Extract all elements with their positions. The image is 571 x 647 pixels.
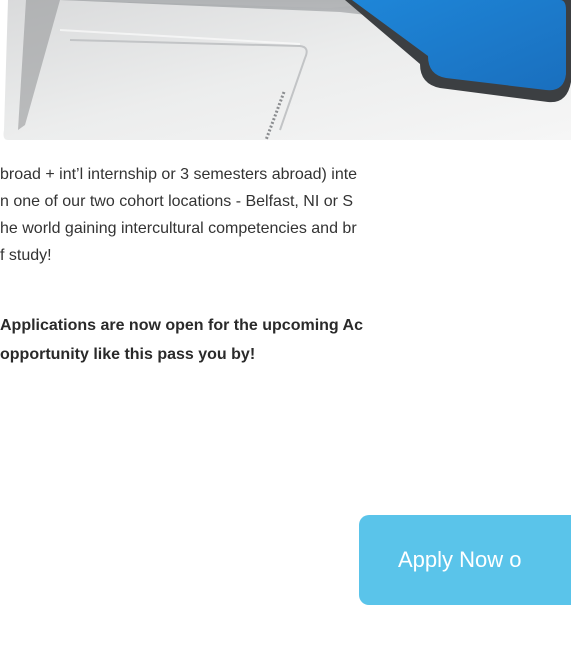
page: broad + int’l internship or 3 semesters … [0,0,571,647]
announcement-line: opportunity like this pass you by! [0,346,256,363]
laptop-image [0,0,571,140]
applications-announcement: Applications are now open for the upcomi… [0,311,571,369]
description-line: f study! [0,247,52,264]
hero-laptop-image [0,0,571,140]
program-description: broad + int’l internship or 3 semesters … [0,161,571,269]
description-line: he world gaining intercultural competenc… [0,220,357,237]
apply-now-button[interactable]: Apply Now o [359,515,571,605]
announcement-line: Applications are now open for the upcomi… [0,317,363,334]
description-line: n one of our two cohort locations - Belf… [0,193,354,210]
description-line: broad + int’l internship or 3 semesters … [0,166,358,183]
